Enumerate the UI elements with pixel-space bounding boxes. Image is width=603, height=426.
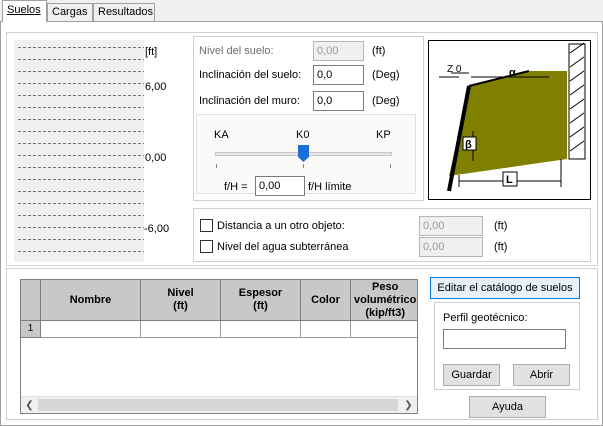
profile-tick: 6,00: [145, 81, 167, 93]
nivel-agua-checkbox[interactable]: [200, 240, 213, 253]
profile-line: [18, 95, 146, 96]
nivel-agua-input[interactable]: 0,00: [419, 237, 483, 257]
abrir-button[interactable]: Abrir: [513, 364, 570, 386]
profile-line: [18, 251, 146, 252]
profile-line: [18, 227, 146, 228]
column-header-label: Peso volumétrico (kip/ft3): [354, 280, 417, 319]
profile-unit: [ft]: [145, 46, 158, 58]
profile-line: [18, 119, 146, 120]
perfil-label: Perfil geotécnico:: [443, 312, 528, 324]
distancia-input[interactable]: 0,00: [419, 216, 483, 236]
nivel-agua-label: Nivel del agua subterránea: [217, 241, 349, 253]
column-header-peso[interactable]: Peso volumétrico (kip/ft3): [351, 280, 417, 321]
profile-line: [18, 83, 146, 84]
tab-cargas-label: Cargas: [52, 6, 88, 18]
soil-backfill: [449, 71, 567, 176]
table-cell-nombre[interactable]: [41, 321, 141, 338]
distancia-label: Distancia a un otro objeto:: [217, 220, 345, 232]
edit-soil-catalog-label: Editar el catálogo de suelos: [437, 282, 573, 294]
profile-line: [18, 47, 146, 48]
alpha-label: α: [509, 67, 516, 79]
row-header[interactable]: 1: [21, 321, 41, 338]
column-header-label: Nivel (ft): [167, 287, 194, 312]
profile-line: [18, 179, 146, 180]
inclinacion-muro-input[interactable]: 0,0: [313, 91, 364, 111]
tab-resultados[interactable]: Resultados: [93, 3, 155, 21]
guardar-label: Guardar: [451, 369, 492, 381]
column-header-label: Color: [311, 293, 340, 306]
scroll-left-icon[interactable]: ❮: [22, 398, 37, 413]
wall-diagram-svg: Z 0 α β L: [439, 42, 586, 192]
nivel-suelo-input[interactable]: 0,00: [313, 41, 364, 61]
nivel-agua-unit: (ft): [494, 241, 508, 253]
slider-label-k0: K0: [296, 129, 310, 141]
profile-line: [18, 143, 146, 144]
slider-thumb[interactable]: [298, 145, 309, 162]
scroll-thumb[interactable]: [38, 399, 398, 411]
tab-suelos-label: Suelos: [7, 4, 41, 16]
options-group: [193, 208, 591, 262]
perfil-input[interactable]: [443, 329, 566, 349]
profile-line: [18, 215, 146, 216]
profile-tick: -6,00: [144, 223, 170, 235]
column-header-nivel[interactable]: Nivel (ft): [141, 280, 221, 321]
profile-scale: [ft] 6,00 0,00 -6,00: [144, 40, 187, 262]
profile-line: [18, 71, 146, 72]
table-corner-header: [21, 280, 41, 321]
tab-cargas[interactable]: Cargas: [47, 3, 93, 21]
ayuda-label: Ayuda: [492, 401, 523, 413]
fh-input[interactable]: 0,00: [255, 176, 305, 196]
inclinacion-suelo-unit: (Deg): [372, 69, 400, 81]
earth-pressure-slider-box: KA K0 KP f/H = 0,00 f/H límite: [196, 114, 416, 196]
profile-line: [18, 155, 146, 156]
column-header-color[interactable]: Color: [301, 280, 351, 321]
profile-line: [18, 107, 146, 108]
tab-resultados-label: Resultados: [98, 6, 154, 18]
inclinacion-suelo-label: Inclinación del suelo:: [199, 69, 302, 81]
profile-line: [18, 59, 146, 60]
column-header-label: Espesor (ft): [238, 287, 283, 312]
profile-line: [18, 191, 146, 192]
profile-line: [18, 239, 146, 240]
fh-label: f/H =: [224, 181, 248, 193]
table-cell-peso[interactable]: [351, 321, 417, 338]
guardar-button[interactable]: Guardar: [443, 364, 500, 386]
distancia-unit: (ft): [494, 220, 508, 232]
slider-tick: [216, 164, 217, 168]
distancia-checkbox[interactable]: [200, 219, 213, 232]
profile-line: [18, 203, 146, 204]
profile-tick: 0,00: [145, 152, 167, 164]
slider-label-ka: KA: [214, 129, 229, 141]
inclinacion-muro-label: Inclinación del muro:: [199, 95, 300, 107]
slider-label-kp: KP: [376, 129, 391, 141]
inclinacion-suelo-input[interactable]: 0,0: [313, 65, 364, 85]
slider-tick: [303, 164, 304, 168]
column-header-nombre[interactable]: Nombre: [41, 280, 141, 321]
profile-line: [18, 131, 146, 132]
table-cell-color[interactable]: [301, 321, 351, 338]
scroll-right-icon[interactable]: ❯: [401, 398, 416, 413]
column-header-label: Nombre: [69, 293, 112, 306]
ayuda-button[interactable]: Ayuda: [469, 396, 546, 418]
tab-strip: Suelos Cargas Resultados: [0, 0, 603, 22]
soil-table[interactable]: Nombre Nivel (ft) Espesor (ft) Color Pes…: [20, 279, 418, 414]
table-cell-espesor[interactable]: [221, 321, 301, 338]
l-label: L: [506, 174, 513, 186]
slider-tick: [390, 164, 391, 168]
edit-soil-catalog-button[interactable]: Editar el catálogo de suelos: [430, 277, 580, 299]
table-horizontal-scrollbar[interactable]: ❮ ❯: [21, 396, 417, 413]
inclinacion-muro-unit: (Deg): [372, 95, 400, 107]
fh-limit-label: f/H límite: [308, 181, 352, 193]
beta-label: β: [465, 139, 472, 151]
z-label: Z 0: [447, 64, 462, 75]
profile-line: [18, 167, 146, 168]
table-cell-nivel[interactable]: [141, 321, 221, 338]
abrir-label: Abrir: [529, 369, 554, 381]
column-header-espesor[interactable]: Espesor (ft): [221, 280, 301, 321]
soil-profile-view: [ft] 6,00 0,00 -6,00: [14, 40, 187, 262]
nivel-suelo-label: Nivel del suelo:: [199, 45, 274, 57]
nivel-suelo-unit: (ft): [372, 45, 386, 57]
tab-suelos[interactable]: Suelos: [2, 0, 47, 22]
wall-diagram: Z 0 α β L: [428, 40, 591, 200]
